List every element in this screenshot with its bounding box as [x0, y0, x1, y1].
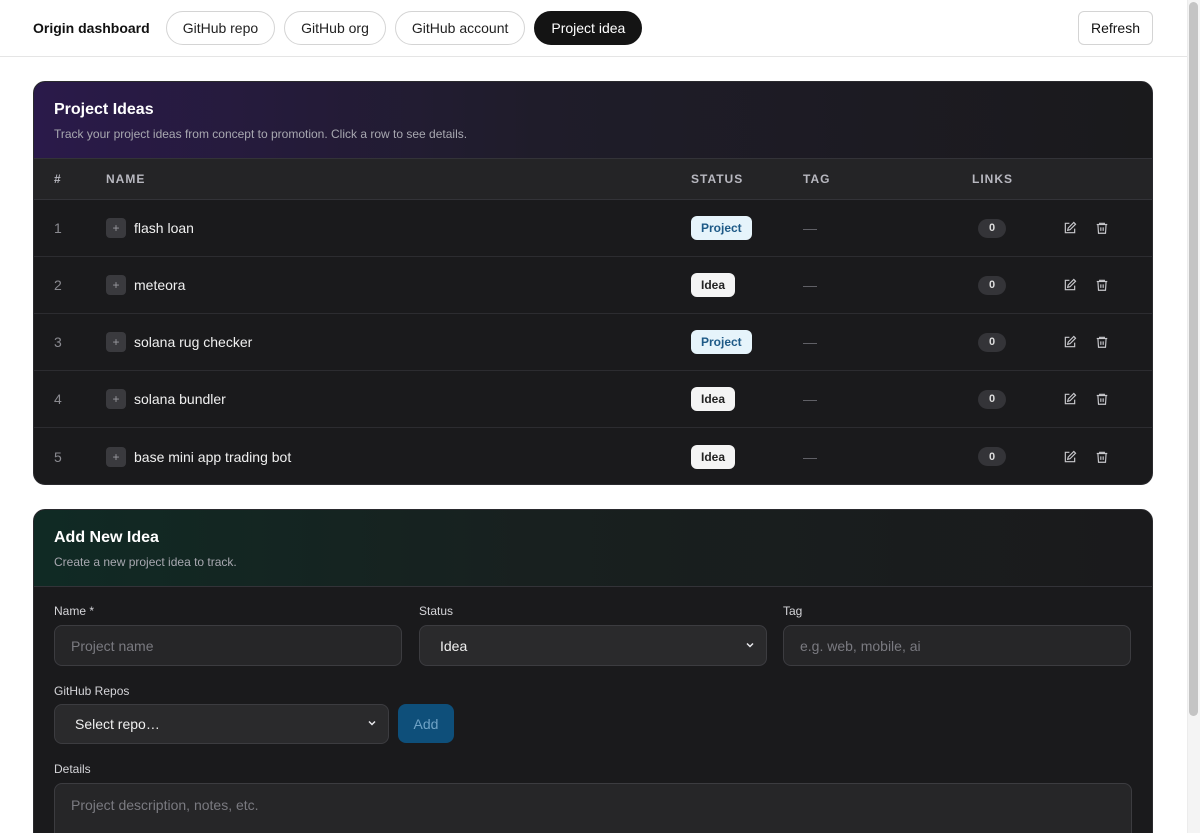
- status-badge: Project: [691, 330, 752, 354]
- edit-icon[interactable]: [1062, 391, 1078, 407]
- idea-name: flash loan: [134, 220, 194, 236]
- row-tag: —: [803, 391, 817, 407]
- status-label: Status: [419, 604, 454, 618]
- tab-github-repo[interactable]: GitHub repo: [165, 11, 276, 45]
- links-count-badge: 0: [978, 389, 1006, 409]
- name-input[interactable]: Project name: [54, 625, 402, 666]
- chevron-down-icon: [366, 716, 378, 732]
- project-ideas-card: Project Ideas Track your project ideas f…: [33, 81, 1153, 485]
- expand-icon[interactable]: +: [106, 389, 126, 409]
- idea-name: base mini app trading bot: [134, 448, 292, 465]
- project-ideas-header: Project Ideas Track your project ideas f…: [34, 82, 1152, 159]
- idea-name: meteora: [134, 277, 186, 293]
- tab-github-account[interactable]: GitHub account: [394, 11, 526, 45]
- trash-icon[interactable]: [1094, 277, 1110, 293]
- links-count-badge: 0: [978, 218, 1006, 238]
- links-count-badge: 0: [978, 447, 1006, 466]
- row-tag: —: [803, 220, 817, 236]
- tab-project-idea[interactable]: Project idea: [534, 11, 643, 45]
- project-ideas-title: Project Ideas: [54, 101, 154, 118]
- new-idea-form: Name * Project name Status Idea Tag e.g.…: [34, 587, 1152, 833]
- expand-icon[interactable]: +: [106, 218, 126, 238]
- edit-icon[interactable]: [1062, 220, 1078, 236]
- col-links: LINKS: [972, 172, 1013, 186]
- row-status: Idea: [691, 273, 736, 297]
- row-status: Project: [691, 216, 752, 240]
- row-status: Project: [691, 330, 752, 354]
- status-select[interactable]: Idea: [419, 625, 767, 666]
- row-number: 2: [54, 277, 62, 293]
- status-badge: Idea: [691, 387, 736, 411]
- repo-select-value: Select repo…: [75, 716, 160, 732]
- row-tag: —: [803, 334, 817, 350]
- expand-icon[interactable]: +: [106, 275, 126, 295]
- table-row[interactable]: 2 + meteora Idea — 0: [34, 257, 1152, 314]
- add-repo-button[interactable]: Add: [398, 704, 454, 743]
- project-ideas-subtitle: Track your project ideas from concept to…: [54, 127, 468, 141]
- status-badge: Idea: [691, 273, 736, 297]
- table-row[interactable]: 4 + solana bundler Idea — 0: [34, 371, 1152, 428]
- row-name: + solana rug checker: [106, 332, 252, 352]
- row-number: 3: [54, 334, 62, 350]
- scrollbar-thumb[interactable]: [1189, 2, 1198, 716]
- links-count-badge: 0: [978, 332, 1006, 352]
- details-textarea[interactable]: Project description, notes, etc.: [54, 783, 1132, 833]
- github-repos-label: GitHub Repos: [54, 684, 130, 698]
- details-label: Details: [54, 762, 91, 776]
- brand-title: Origin dashboard: [33, 20, 150, 36]
- idea-name: solana bundler: [134, 391, 226, 407]
- add-new-idea-header: Add New Idea Create a new project idea t…: [34, 510, 1152, 587]
- row-name: + solana bundler: [106, 389, 226, 409]
- status-badge: Idea: [691, 444, 736, 469]
- col-tag: TAG: [803, 172, 831, 186]
- add-new-idea-subtitle: Create a new project idea to track.: [54, 555, 237, 569]
- col-status: STATUS: [691, 172, 744, 186]
- status-select-value: Idea: [440, 637, 468, 654]
- edit-icon[interactable]: [1062, 449, 1078, 465]
- add-new-idea-card: Add New Idea Create a new project idea t…: [33, 509, 1153, 833]
- row-name: + base mini app trading bot: [106, 446, 292, 467]
- col-num: #: [54, 172, 62, 186]
- table-header: # NAME STATUS TAG LINKS: [34, 159, 1152, 200]
- edit-icon[interactable]: [1062, 334, 1078, 350]
- row-name: + meteora: [106, 275, 185, 295]
- row-tag: —: [803, 448, 817, 465]
- table-row[interactable]: 1 + flash loan Project — 0: [34, 200, 1152, 257]
- row-status: Idea: [691, 387, 736, 411]
- table-row[interactable]: 5 + base mini app trading bot Idea — 0: [34, 428, 1152, 484]
- page-scrollbar[interactable]: [1187, 0, 1200, 833]
- add-new-idea-title: Add New Idea: [54, 529, 159, 546]
- row-name: + flash loan: [106, 218, 194, 238]
- chevron-down-icon: [744, 638, 756, 654]
- repo-select[interactable]: Select repo…: [54, 704, 389, 744]
- trash-icon[interactable]: [1094, 334, 1110, 350]
- row-status: Idea: [691, 444, 736, 469]
- top-navigation: Origin dashboard GitHub repo GitHub org …: [0, 0, 1187, 57]
- row-number: 4: [54, 391, 62, 407]
- trash-icon[interactable]: [1094, 391, 1110, 407]
- trash-icon[interactable]: [1094, 449, 1110, 465]
- status-badge: Project: [691, 216, 752, 240]
- idea-name: solana rug checker: [134, 334, 253, 350]
- refresh-button[interactable]: Refresh: [1077, 11, 1153, 45]
- edit-icon[interactable]: [1062, 277, 1078, 293]
- row-tag: —: [803, 277, 817, 293]
- trash-icon[interactable]: [1094, 220, 1110, 236]
- row-number: 5: [54, 448, 62, 465]
- row-number: 1: [54, 220, 62, 236]
- tag-input[interactable]: e.g. web, mobile, ai: [783, 625, 1131, 666]
- col-name: NAME: [106, 172, 146, 186]
- table-row[interactable]: 3 + solana rug checker Project — 0: [34, 314, 1152, 371]
- tab-github-org[interactable]: GitHub org: [284, 11, 386, 45]
- expand-icon[interactable]: +: [106, 446, 126, 467]
- expand-icon[interactable]: +: [106, 332, 126, 352]
- links-count-badge: 0: [978, 275, 1006, 295]
- name-label: Name *: [54, 604, 95, 618]
- tag-label: Tag: [783, 604, 803, 618]
